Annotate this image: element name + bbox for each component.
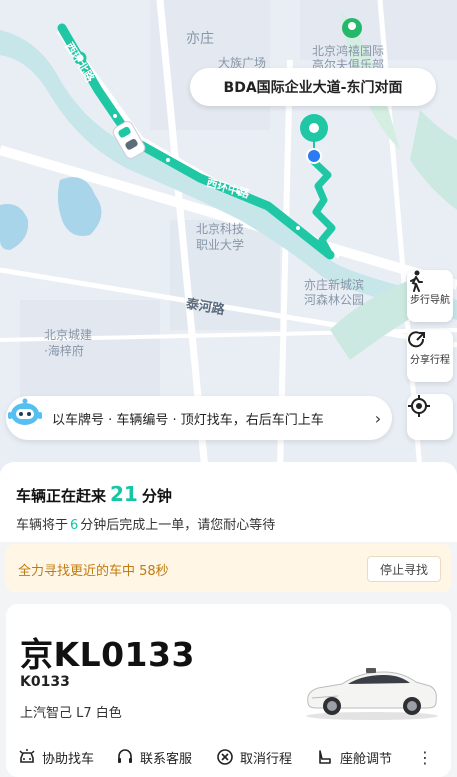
map-view[interactable]: 亦庄 大族广场 北京鸿禧国际 高尔夫俱乐部 北京科技 职业大学 亦庄新城滨 河森… xyxy=(0,0,457,470)
eta-minutes: 21 xyxy=(110,482,138,506)
cancel-trip-label: 取消行程 xyxy=(240,751,293,767)
cancel-icon xyxy=(217,749,233,765)
seat-icon xyxy=(319,750,331,764)
find-car-label: 协助找车 xyxy=(42,751,95,767)
map-label-hongtai: 北京鸿禧国际 xyxy=(312,44,385,58)
share-trip-button[interactable]: 分享行程 xyxy=(407,330,453,382)
share-trip-label: 分享行程 xyxy=(410,354,450,366)
cancel-trip-button[interactable]: 取消行程 xyxy=(216,748,292,767)
headset-icon xyxy=(118,749,133,763)
find-car-icon xyxy=(19,749,35,763)
vehicle-model: 上汽智己 L7 白色 xyxy=(20,706,122,721)
car-image xyxy=(306,668,438,720)
find-car-button[interactable]: 协助找车 xyxy=(18,748,94,767)
vehicle-id: K0133 xyxy=(20,674,70,690)
user-location-dot xyxy=(306,148,322,164)
chevron-right-icon: › xyxy=(374,408,382,428)
walking-person-icon xyxy=(410,270,423,292)
share-icon xyxy=(408,331,425,348)
contact-service-button[interactable]: 联系客服 xyxy=(116,748,192,767)
prior-order-minutes: 6 xyxy=(70,518,79,533)
arrival-status: 车辆正在赶来 21 分钟 车辆将于 6 分钟后完成上一单，请您耐心等待 xyxy=(0,462,457,542)
map-label-park-2: 河森林公园 xyxy=(304,293,365,307)
crosshair-icon xyxy=(408,395,430,417)
find-car-tip-bar[interactable]: 以车牌号 · 车辆编号 · 顶灯找车，右后车门上车 › xyxy=(6,396,392,440)
map-label-jianchuang: 北京城建 xyxy=(44,328,93,342)
status2-prefix: 车辆将于 xyxy=(16,518,69,533)
map-label-jianchuang-2: ·海梓府 xyxy=(44,344,84,358)
searching-text: 全力寻找更近的车中 58秒 xyxy=(18,564,169,579)
tip-text: 以车牌号 · 车辆编号 · 顶灯找车，右后车门上车 xyxy=(52,412,324,428)
action-bar: 协助找车 联系客服 取消行程 座舱调节 ⋮ xyxy=(6,744,451,770)
map-label-park: 亦庄新城滨 xyxy=(304,278,365,292)
seat-adjust-button[interactable]: 座舱调节 xyxy=(316,748,392,767)
robot-assistant-icon xyxy=(6,396,52,440)
status-prefix: 车辆正在赶来 xyxy=(16,487,107,505)
status2-suffix: 分钟后完成上一单，请您耐心等待 xyxy=(80,518,276,533)
searching-banner: 全力寻找更近的车中 58秒 停止寻找 xyxy=(6,544,451,592)
destination-bubble[interactable]: BDA国际企业大道-东门对面 xyxy=(190,68,436,106)
contact-service-label: 联系客服 xyxy=(140,751,193,767)
map-label-keji-2: 职业大学 xyxy=(196,238,245,252)
status-suffix: 分钟 xyxy=(141,487,172,505)
map-label-yizhuang: 亦庄 xyxy=(186,31,214,47)
license-plate: 京KL0133 xyxy=(20,635,195,674)
locate-button[interactable] xyxy=(407,394,453,440)
destination-pin-icon xyxy=(300,114,328,142)
seat-adjust-label: 座舱调节 xyxy=(340,751,393,767)
stop-search-button[interactable]: 停止寻找 xyxy=(367,556,441,582)
walk-nav-label: 步行导航 xyxy=(410,294,450,306)
more-options-icon[interactable]: ⋮ xyxy=(417,748,433,767)
map-label-keji: 北京科技 xyxy=(196,222,245,236)
vehicle-card: 京KL0133 K0133 上汽智己 L7 白色 协助找车 联系客服 取消行程 … xyxy=(6,604,451,777)
walk-nav-button[interactable]: 步行导航 xyxy=(407,270,453,322)
